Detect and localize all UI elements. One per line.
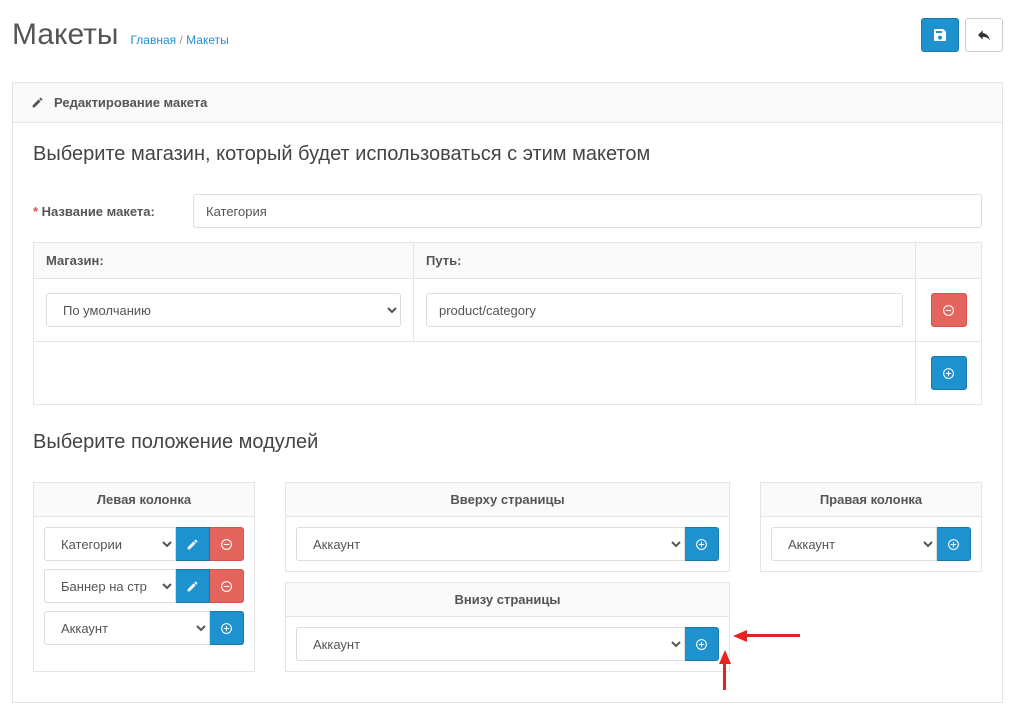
top-module-select-0[interactable]: Аккаунт <box>296 527 685 561</box>
center-column: Вверху страницы Аккаунт Внизу страницы А… <box>285 482 730 682</box>
left-column-heading: Левая колонка <box>34 483 254 517</box>
plus-icon <box>695 538 708 551</box>
panel-heading: Редактирование макета <box>13 83 1002 123</box>
layout-name-label: * Название макета: <box>33 204 193 219</box>
add-route-button[interactable] <box>931 356 967 390</box>
bottom-module-select-0[interactable]: Аккаунт <box>296 627 685 661</box>
route-add-row <box>34 342 982 405</box>
content-bottom-panel: Внизу страницы Аккаунт <box>285 582 730 672</box>
right-column-heading: Правая колонка <box>761 483 981 517</box>
plus-icon <box>220 622 233 635</box>
save-button[interactable] <box>921 18 959 52</box>
save-icon <box>932 27 948 43</box>
content-top-panel: Вверху страницы Аккаунт <box>285 482 730 572</box>
left-module-select-0[interactable]: Категории <box>44 527 176 561</box>
store-section-title: Выберите магазин, который будет использо… <box>33 143 982 166</box>
content-bottom-heading: Внизу страницы <box>286 583 729 617</box>
left-module-select-1[interactable]: Баннер на страниц <box>44 569 176 603</box>
store-header: Магазин: <box>34 243 414 279</box>
right-row-0: Аккаунт <box>771 527 971 561</box>
plus-icon <box>695 638 708 651</box>
pencil-icon <box>186 580 199 593</box>
back-button[interactable] <box>965 18 1003 52</box>
right-column-panel: Правая колонка Аккаунт <box>760 482 982 572</box>
remove-module-button[interactable] <box>210 527 244 561</box>
route-input[interactable] <box>426 293 903 327</box>
pencil-icon <box>186 538 199 551</box>
remove-route-button[interactable] <box>931 293 967 327</box>
positions-section-title: Выберите положение модулей <box>33 431 982 454</box>
left-row-0: Категории <box>44 527 244 561</box>
annotation-arrow-v <box>723 662 726 690</box>
reply-icon <box>976 27 992 43</box>
breadcrumb-current[interactable]: Макеты <box>186 33 229 47</box>
left-row-1: Баннер на страниц <box>44 569 244 603</box>
content-top-heading: Вверху страницы <box>286 483 729 517</box>
top-row-0: Аккаунт <box>296 527 719 561</box>
add-module-button[interactable] <box>210 611 244 645</box>
left-row-2: Аккаунт <box>44 611 244 645</box>
add-module-button[interactable] <box>937 527 971 561</box>
plus-icon <box>947 538 960 551</box>
page-title: Макеты <box>12 18 118 52</box>
minus-icon <box>942 304 955 317</box>
page-header: Макеты Главная / Макеты <box>12 18 1003 62</box>
pencil-icon <box>31 96 44 109</box>
route-header: Путь: <box>414 243 916 279</box>
left-module-select-2[interactable]: Аккаунт <box>44 611 210 645</box>
route-row: По умолчанию <box>34 279 982 342</box>
store-select[interactable]: По умолчанию <box>46 293 401 327</box>
breadcrumb-home[interactable]: Главная <box>130 33 176 47</box>
layout-name-input[interactable] <box>193 194 982 228</box>
add-module-button[interactable] <box>685 627 719 661</box>
annotation-arrow-h <box>745 634 800 637</box>
add-module-button[interactable] <box>685 527 719 561</box>
edit-module-button[interactable] <box>176 527 210 561</box>
title-block: Макеты Главная / Макеты <box>12 18 229 52</box>
edit-module-button[interactable] <box>176 569 210 603</box>
plus-icon <box>942 367 955 380</box>
breadcrumb: Главная / Макеты <box>130 33 228 47</box>
remove-module-button[interactable] <box>210 569 244 603</box>
route-table: Магазин: Путь: По умолчанию <box>33 242 982 405</box>
panel-heading-text: Редактирование макета <box>54 95 207 110</box>
left-column-panel: Левая колонка Категории Баннер на страни… <box>33 482 255 672</box>
panel-body: Выберите магазин, который будет использо… <box>13 123 1002 702</box>
main-panel: Редактирование макета Выберите магазин, … <box>12 82 1003 703</box>
positions-wrap: Левая колонка Категории Баннер на страни… <box>33 482 982 682</box>
header-actions <box>921 18 1003 52</box>
bottom-row-0: Аккаунт <box>296 627 719 661</box>
layout-name-row: * Название макета: <box>33 194 982 228</box>
right-module-select-0[interactable]: Аккаунт <box>771 527 937 561</box>
minus-icon <box>220 538 233 551</box>
minus-icon <box>220 580 233 593</box>
